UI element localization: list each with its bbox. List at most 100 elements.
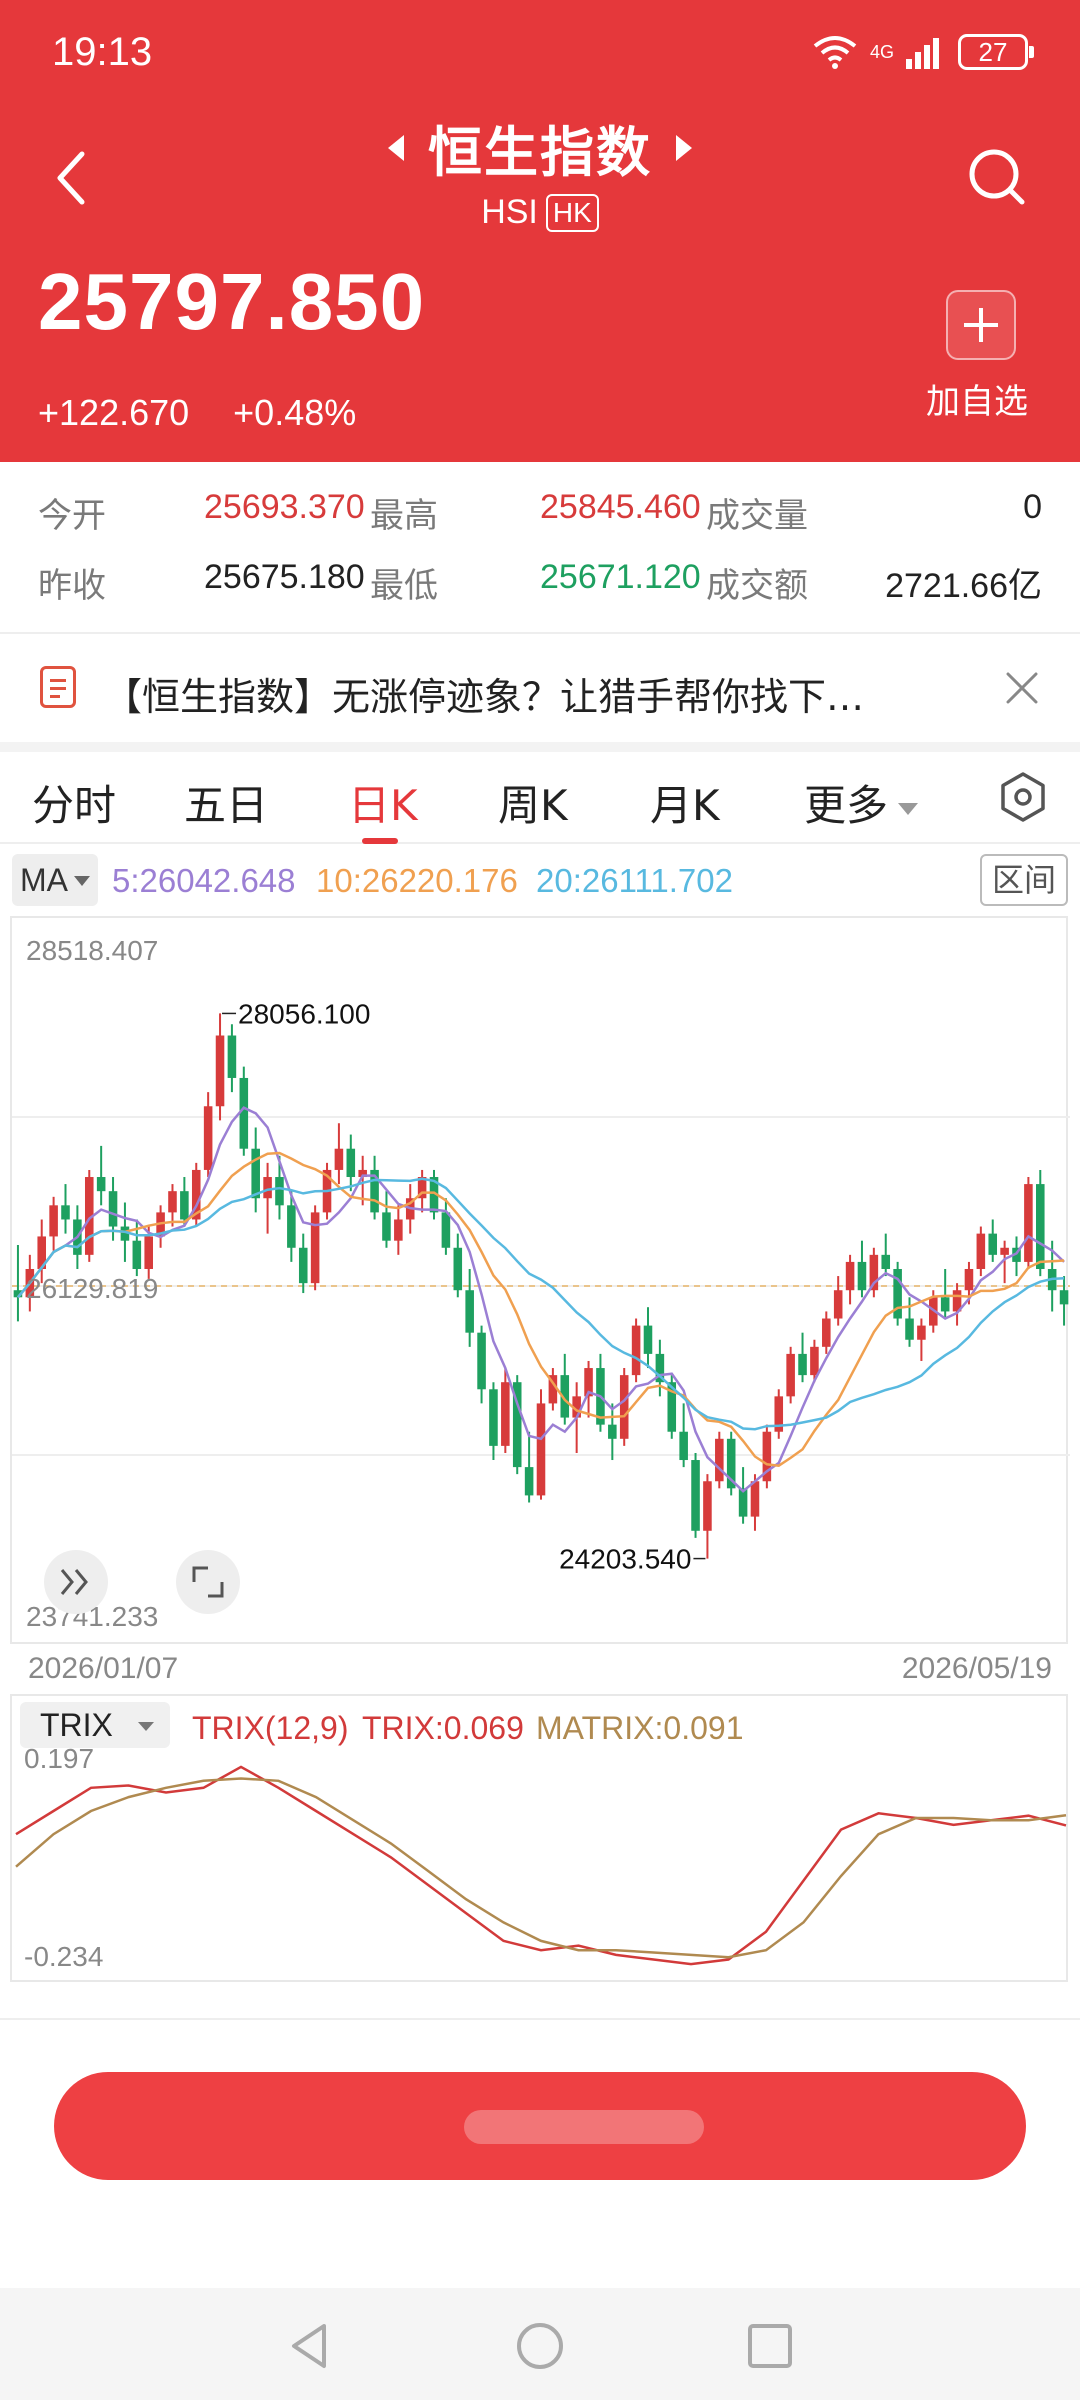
tab-more[interactable]: 更多	[804, 772, 919, 833]
settings-icon[interactable]	[996, 770, 1050, 824]
candle-up	[976, 1233, 986, 1269]
add-watchlist-button[interactable]	[946, 290, 1016, 360]
candle-down	[691, 1460, 700, 1531]
ma10-value: 10:26220.176	[316, 862, 518, 899]
candle-down	[441, 1212, 451, 1248]
close-icon[interactable]	[1004, 670, 1040, 706]
volume-label: 成交量	[706, 496, 808, 536]
volume-value: 0	[1023, 488, 1042, 526]
candle-down	[132, 1240, 142, 1269]
signal-icon	[906, 38, 939, 69]
price-change-row: +122.670 +0.48%	[38, 392, 356, 434]
low-value: 25671.120	[540, 558, 701, 596]
candle-up	[631, 1325, 641, 1376]
kline-chart[interactable]: 28518.407 26129.819 23741.233 28056.100 2…	[10, 916, 1070, 1644]
candle-up	[394, 1219, 403, 1241]
trix-header: TRIX TRIX(12,9) TRIX:0.069 MATRIX:0.091	[0, 1694, 1080, 1750]
prev-close-value: 25675.180	[204, 558, 365, 596]
candle-up	[49, 1205, 58, 1237]
stats-divider	[0, 632, 1080, 634]
prev-stock-arrow-icon[interactable]	[388, 134, 404, 161]
stock-code: HSI	[481, 193, 538, 231]
y-axis-mid-label: 26129.819	[26, 1273, 158, 1304]
wifi-icon	[813, 36, 857, 69]
candle-down	[96, 1177, 106, 1192]
candle-up	[833, 1290, 843, 1319]
trix-y-bottom-label: -0.234	[24, 1941, 103, 1972]
candle-up	[786, 1353, 795, 1397]
low-label: 最低	[370, 566, 438, 606]
tab-monthly-k[interactable]: 月K	[650, 772, 720, 833]
section-gap	[0, 742, 1080, 752]
candle-up	[845, 1261, 855, 1291]
price-change-percent: +0.48%	[233, 392, 357, 433]
status-time: 19:13	[52, 30, 153, 74]
system-nav-bar	[0, 2288, 1080, 2400]
market-badge: HK	[545, 193, 599, 232]
candle-down	[275, 1177, 284, 1206]
candle-down	[798, 1353, 807, 1376]
news-text[interactable]: 【恒生指数】无涨停迹象？让猎手帮你找下…	[104, 666, 944, 721]
chart-date-axis: 2026/01/07 2026/05/19	[0, 1648, 1080, 1690]
active-tab-indicator	[362, 838, 398, 844]
candle-down	[465, 1290, 474, 1333]
quote-header: 19:13 4G 27 恒生指数 HSI HK 25797.850 +122.6…	[0, 0, 1080, 462]
candle-down	[881, 1254, 891, 1269]
candle-down	[1036, 1184, 1045, 1269]
candle-up	[1024, 1184, 1033, 1262]
price-change: +122.670	[38, 392, 190, 433]
stock-name: 恒生指数	[428, 121, 652, 184]
candle-down	[251, 1148, 260, 1199]
ma-indicator-row: MA 5:26042.648 10:26220.176 20:26111.702…	[0, 848, 1080, 912]
open-label: 今开	[38, 496, 106, 536]
battery-indicator: 27	[958, 34, 1034, 70]
candle-down	[940, 1297, 950, 1312]
candle-up	[964, 1268, 974, 1291]
candle-down	[108, 1191, 118, 1227]
candle-up	[750, 1481, 760, 1517]
news-banner[interactable]: 【恒生指数】无涨停迹象？让猎手帮你找下…	[0, 640, 1080, 742]
matrix-value: MATRIX:0.091	[536, 1710, 744, 1746]
y-axis-high-label: 28518.407	[26, 935, 158, 966]
tab-five-day[interactable]: 五日	[184, 772, 268, 833]
candle-up	[917, 1325, 926, 1340]
candle-down	[239, 1077, 249, 1149]
tab-daily-k[interactable]: 日K	[348, 772, 418, 833]
status-icons: 4G 27	[812, 34, 1034, 70]
max-price-label: 28056.100	[238, 998, 370, 1029]
trix-params: TRIX(12,9)	[192, 1710, 349, 1746]
title-block: 恒生指数 HSI HK	[0, 108, 1080, 232]
document-icon	[40, 666, 76, 708]
fullscreen-button[interactable]	[176, 1550, 240, 1614]
kline-svg: 28518.407 26129.819 23741.233 28056.1002…	[12, 935, 1070, 1632]
candle-down	[61, 1205, 70, 1220]
network-type-label: 4G	[869, 42, 894, 62]
high-label: 最高	[370, 496, 438, 536]
tab-intraday[interactable]: 分时	[32, 772, 116, 833]
nav-home-icon[interactable]	[512, 2318, 568, 2374]
candle-down	[227, 1035, 237, 1078]
prev-close-label: 昨收	[38, 566, 106, 606]
candle-down	[453, 1247, 463, 1291]
next-stock-arrow-icon[interactable]	[676, 134, 692, 161]
expand-chart-button[interactable]	[44, 1550, 108, 1614]
candle-up	[263, 1177, 272, 1199]
range-button[interactable]: 区间	[980, 854, 1068, 906]
nav-recents-icon[interactable]	[742, 2318, 798, 2374]
candle-up	[619, 1375, 629, 1439]
blurred-button-label	[464, 2110, 704, 2144]
ma-selector[interactable]: MA	[12, 854, 98, 906]
add-watchlist-label[interactable]: 加自选	[926, 374, 1028, 423]
search-icon[interactable]	[964, 144, 1028, 208]
nav-back-icon[interactable]	[282, 2318, 338, 2374]
trix-selector[interactable]: TRIX	[20, 1702, 170, 1748]
candle-down	[346, 1148, 356, 1178]
candle-up	[703, 1481, 712, 1531]
status-bar: 19:13 4G 27	[52, 30, 1034, 82]
primary-action-button[interactable]	[54, 2072, 1026, 2180]
candle-down	[608, 1424, 617, 1439]
candle-down	[477, 1332, 486, 1390]
candle-down	[489, 1389, 498, 1446]
tab-weekly-k[interactable]: 周K	[498, 772, 568, 833]
ma20-value: 20:26111.702	[536, 862, 733, 899]
